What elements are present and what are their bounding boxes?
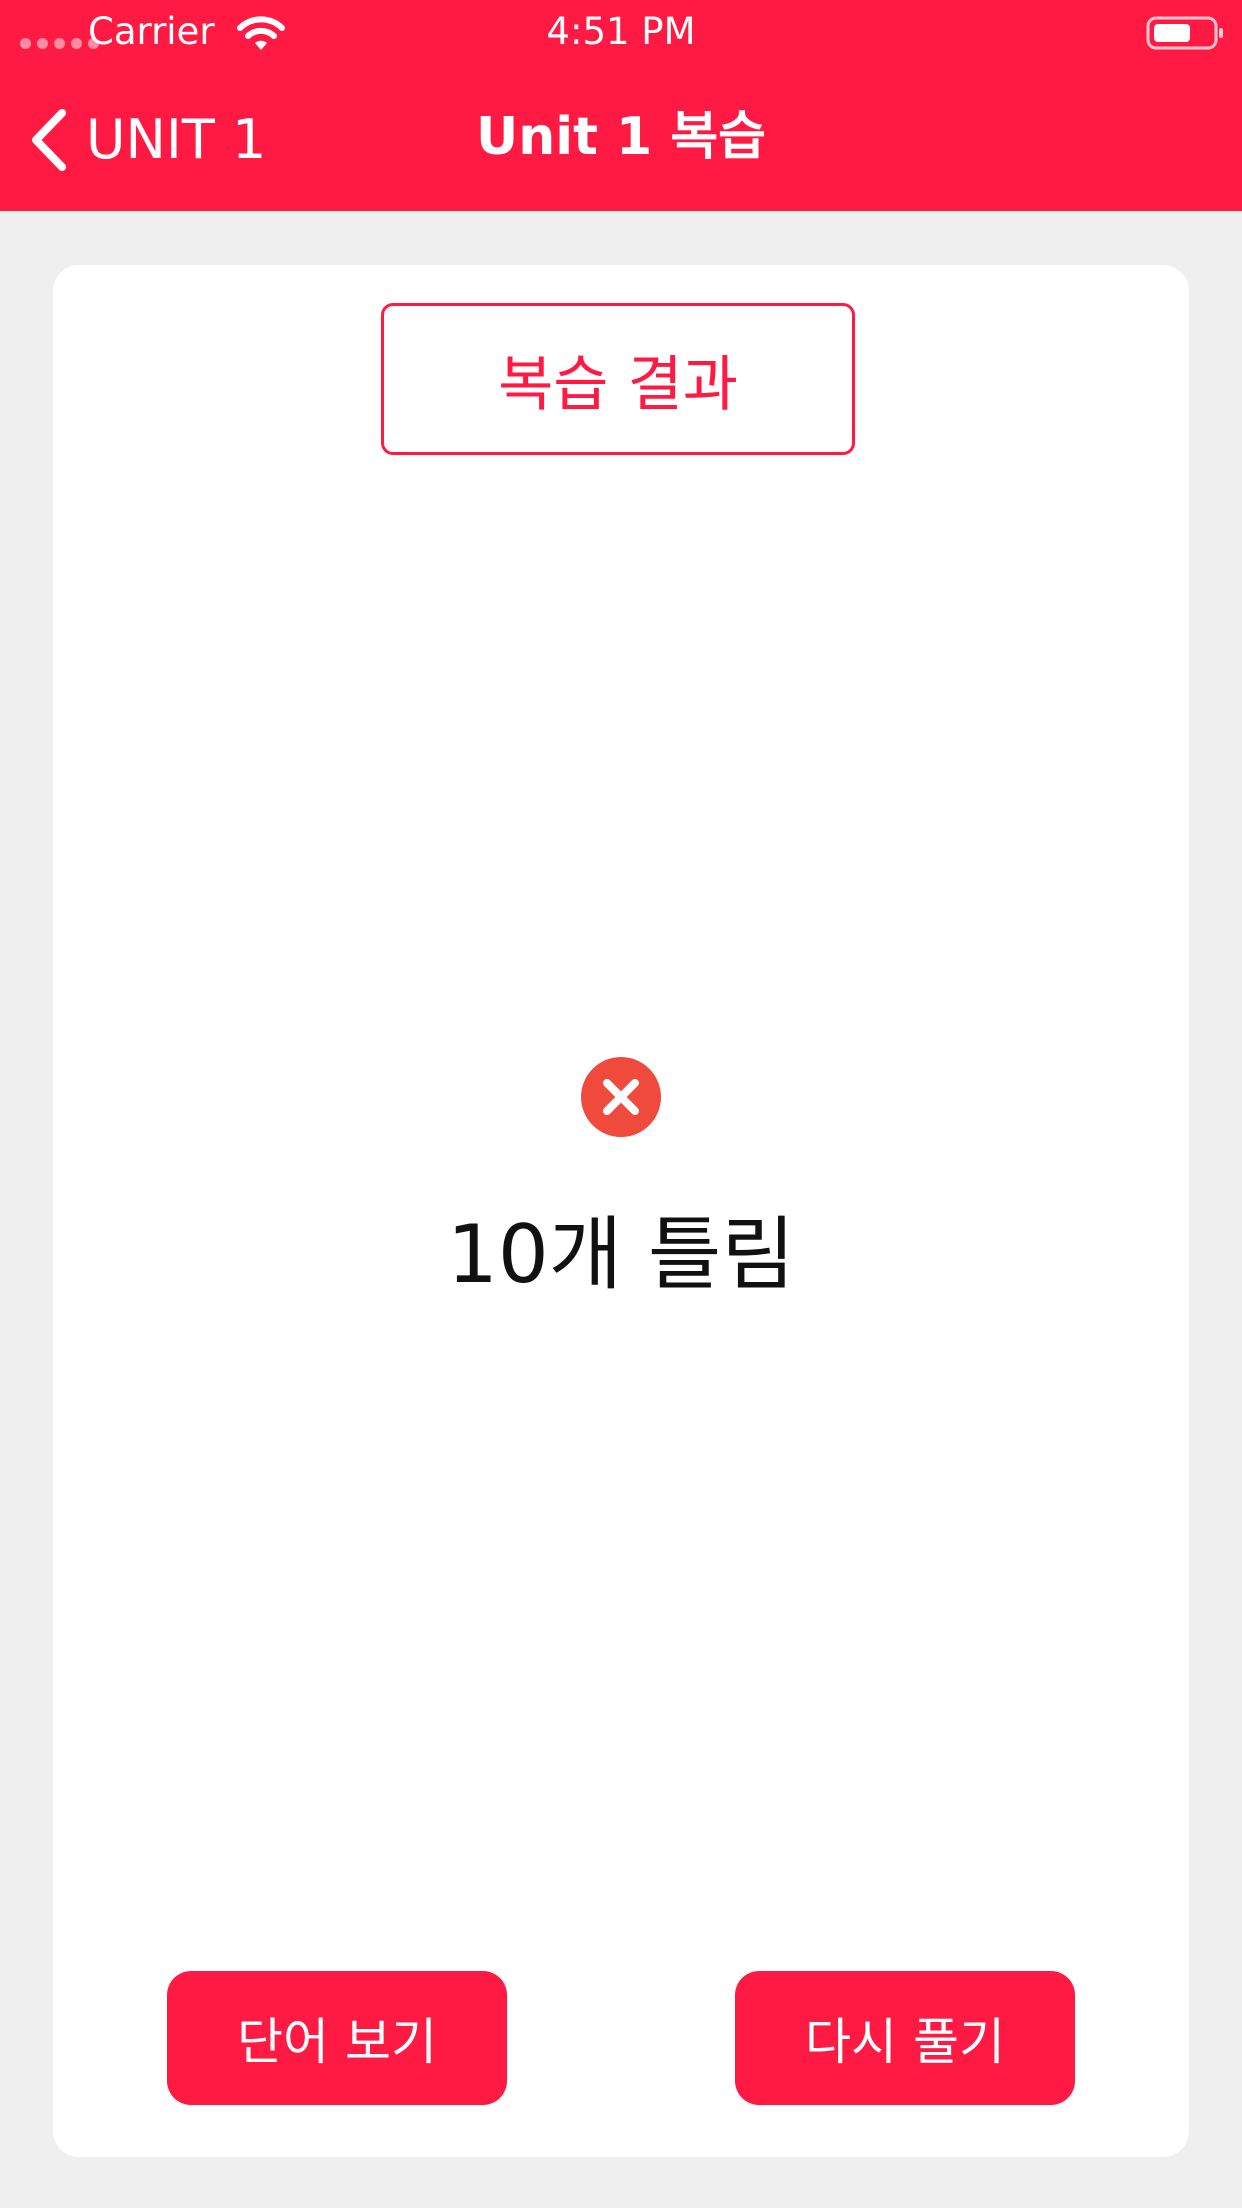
battery-icon bbox=[1146, 16, 1223, 50]
status-time: 4:51 PM bbox=[546, 10, 696, 53]
top-bar: Carrier 4:51 PM UNIT 1 Unit 1 복습 bbox=[0, 0, 1242, 211]
result-header: 복습 결과 bbox=[381, 303, 855, 455]
status-bar: Carrier 4:51 PM bbox=[0, 0, 1242, 66]
review-result-card: 복습 결과 10개 틀림 단어 보기 다시 풀기 bbox=[53, 265, 1189, 2157]
x-circle-icon bbox=[581, 1057, 661, 1137]
page-title: Unit 1 복습 bbox=[476, 107, 766, 167]
retry-button[interactable]: 다시 풀기 bbox=[735, 1971, 1075, 2105]
wrong-count-text: 10개 틀림 bbox=[446, 1208, 796, 1301]
view-words-button[interactable]: 단어 보기 bbox=[167, 1971, 507, 2105]
